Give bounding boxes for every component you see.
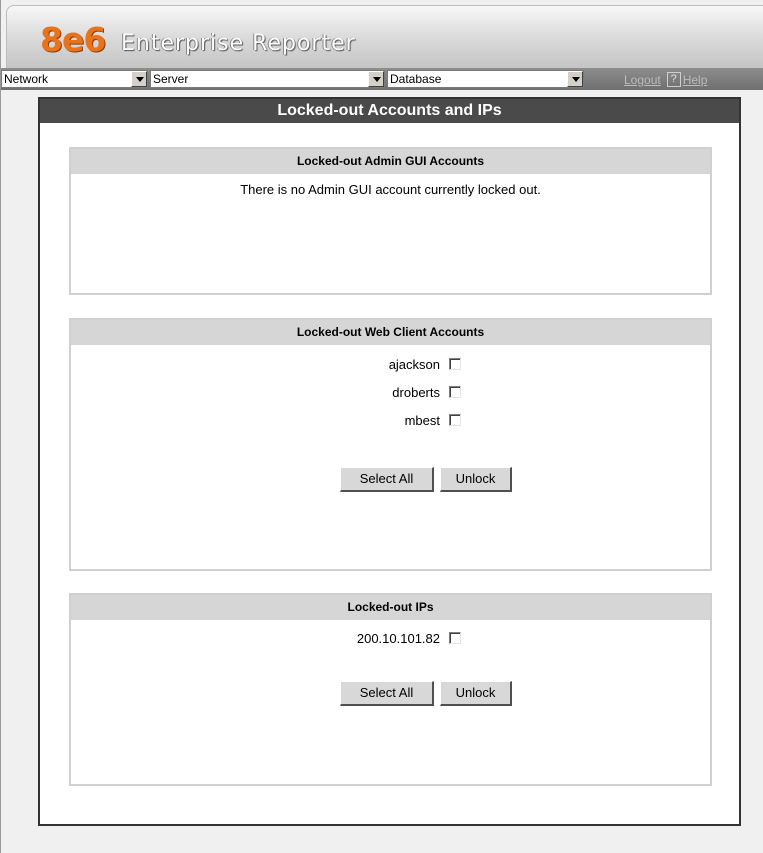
account-checkbox[interactable] [449,386,461,398]
ip-address: 200.10.101.82 [356,630,440,646]
server-select[interactable]: Server [150,70,385,88]
unlock-button[interactable]: Unlock [440,467,512,492]
admin-gui-section-title: Locked-out Admin GUI Accounts [71,149,710,174]
unlock-button[interactable]: Unlock [440,681,512,706]
web-client-section-title: Locked-out Web Client Accounts [71,320,710,345]
logout-link[interactable]: Logout [624,73,661,87]
page-title: Locked-out Accounts and IPs [40,99,739,123]
chevron-down-icon[interactable] [131,71,147,87]
chevron-down-icon[interactable] [567,71,583,87]
account-checkbox[interactable] [449,414,461,426]
list-item: mbest [71,411,461,429]
server-select-value: Server [153,72,189,86]
help-link[interactable]: Help [683,73,708,87]
ips-section: Locked-out IPs 200.10.101.82 Select All … [69,593,712,786]
list-item: droberts [71,383,461,401]
admin-gui-message: There is no Admin GUI account currently … [240,182,541,197]
app-name: Enterprise Reporter [121,31,356,56]
main-panel: Locked-out Accounts and IPs Locked-out A… [38,97,741,826]
select-all-button[interactable]: Select All [340,681,434,706]
admin-gui-section: Locked-out Admin GUI Accounts There is n… [69,147,712,295]
web-client-section: Locked-out Web Client Accounts ajackson … [69,318,712,571]
network-select-value: Network [4,72,49,86]
list-item: 200.10.101.82 [71,629,461,647]
top-links: Logout ? Help [624,71,707,88]
select-all-button[interactable]: Select All [340,467,434,492]
database-select[interactable]: Database [387,70,584,88]
chevron-down-icon[interactable] [368,71,384,87]
ips-section-title: Locked-out IPs [71,595,710,620]
logo-8e6: 8e6 [40,20,106,59]
list-item: ajackson [71,355,461,373]
account-name: ajackson [388,356,440,372]
app-frame: 8e6 Enterprise Reporter Network Server D… [0,0,763,853]
network-select[interactable]: Network [1,70,148,88]
database-select-value: Database [390,72,442,86]
header-banner: 8e6 Enterprise Reporter [6,5,763,69]
ip-checkbox[interactable] [449,632,461,644]
help-icon[interactable]: ? [666,72,681,87]
account-name: droberts [392,384,440,400]
account-checkbox[interactable] [449,358,461,370]
toolbar: Network Server Database Logout ? Help [1,68,763,90]
account-name: mbest [404,412,440,428]
